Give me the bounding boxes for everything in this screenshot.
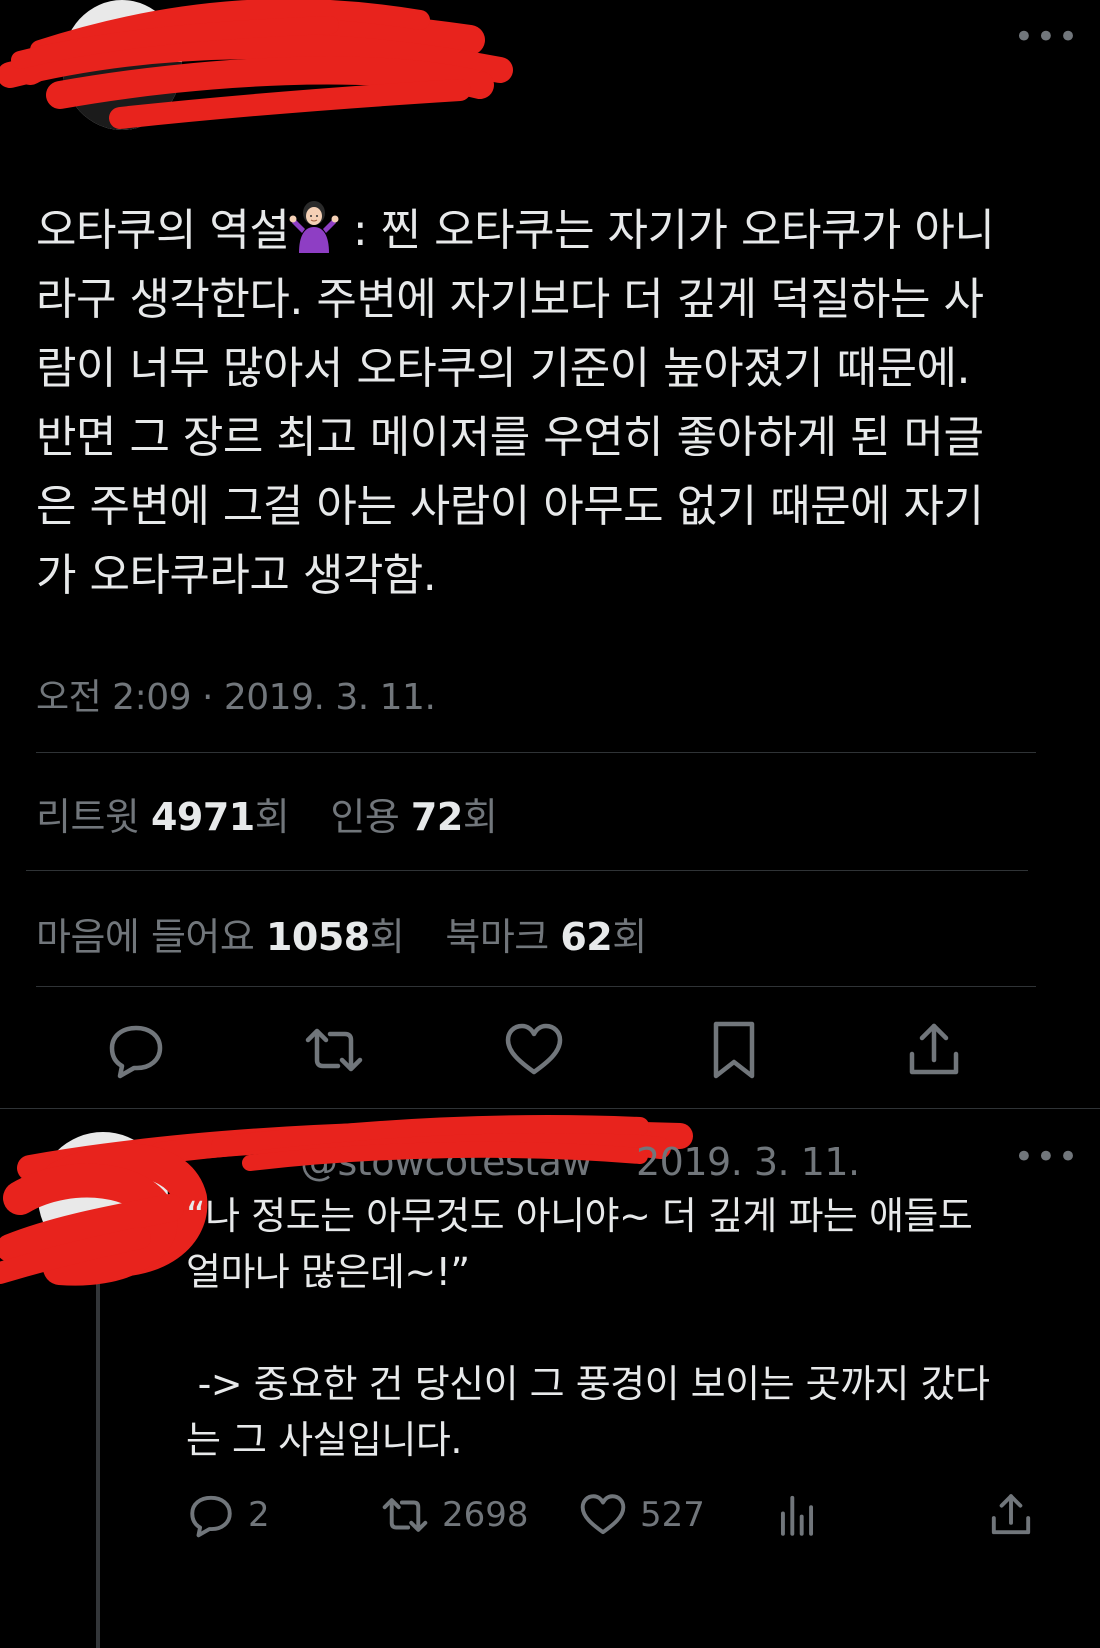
author-avatar[interactable] [62, 0, 182, 130]
quotes-stat[interactable]: 인용 72회 [330, 795, 497, 839]
bookmark-icon [713, 1021, 755, 1079]
reply-views-button[interactable] [772, 1488, 822, 1542]
reply-count: 2 [248, 1495, 270, 1535]
more-options-icon[interactable]: ••• [1014, 20, 1080, 54]
retweets-stat[interactable]: 리트윗 4971회 [36, 795, 290, 839]
like-button[interactable] [502, 1018, 566, 1082]
tweet-text: 오타쿠의 역설 : 찐 오타쿠는 자기가 오타쿠가 아니 라구 생각한다. 주변… [36, 196, 1086, 610]
more-options-icon[interactable]: ••• [1014, 1140, 1080, 1174]
divider [0, 1108, 1100, 1109]
retweet-icon [305, 1028, 363, 1072]
person-shrugging-emoji [289, 201, 339, 253]
likes-stat[interactable]: 마음에 들어요 1058회 [36, 915, 405, 959]
tweet-text-start: 오타쿠의 역설 [36, 205, 290, 256]
reply-icon [190, 1495, 232, 1538]
reply-avatar[interactable] [38, 1132, 168, 1262]
reply-icon [109, 1025, 163, 1079]
divider [36, 986, 1036, 987]
views-icon [780, 1495, 814, 1536]
divider [36, 752, 1036, 753]
reply-button[interactable] [104, 1018, 168, 1082]
thread-line [96, 1284, 100, 1648]
retweet-button[interactable] [302, 1018, 366, 1082]
stats-row-likes-bookmarks: 마음에 들어요 1058회 북마크 62회 [36, 906, 647, 961]
retweet-icon [382, 1498, 428, 1532]
share-icon [909, 1023, 959, 1075]
bookmark-button[interactable] [702, 1018, 766, 1082]
like-icon [505, 1023, 563, 1075]
share-icon [991, 1494, 1031, 1535]
reply-retweet-button[interactable]: 2698 [380, 1488, 529, 1542]
reply-reply-button[interactable]: 2 [186, 1488, 270, 1542]
reply-date[interactable]: 2019. 3. 11. [636, 1140, 860, 1184]
like-count: 527 [640, 1495, 705, 1535]
reply-share-button[interactable] [986, 1488, 1036, 1542]
reply-handle[interactable]: @stowcotestaw [300, 1140, 593, 1184]
reply-text: “나 정도는 아무것도 아니야~ 더 깊게 파는 애들도 얼마나 많은데~!” … [186, 1194, 990, 1462]
retweet-count: 2698 [442, 1495, 529, 1535]
tweet-text-rest: : 찐 오타쿠는 자기가 오타쿠가 아니 라구 생각한다. 주변에 자기보다 더… [36, 205, 995, 601]
tweet-timestamp[interactable]: 오전 2:09 · 2019. 3. 11. [36, 668, 436, 720]
reply-like-button[interactable]: 527 [578, 1488, 705, 1542]
share-button[interactable] [902, 1018, 966, 1082]
bookmarks-stat[interactable]: 북마크 62회 [445, 915, 647, 959]
divider [26, 870, 1028, 871]
stats-row-retweets-quotes: 리트윗 4971회 인용 72회 [36, 786, 498, 841]
like-icon [580, 1494, 626, 1535]
